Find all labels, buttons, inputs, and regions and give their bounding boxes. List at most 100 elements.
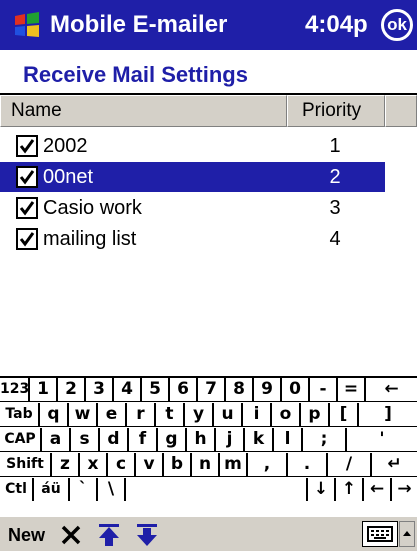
check-icon [19, 139, 35, 154]
key-apostrophe[interactable]: ' [347, 428, 417, 451]
command-bar: New [0, 516, 417, 551]
check-icon [19, 201, 35, 216]
key-backtick[interactable]: ` [70, 478, 98, 501]
key-2[interactable]: 2 [58, 378, 86, 401]
key-r[interactable]: r [127, 403, 156, 426]
key-comma[interactable]: , [248, 453, 288, 476]
key-7[interactable]: 7 [198, 378, 226, 401]
checkbox-mailing-list[interactable] [16, 228, 38, 250]
row-name: mailing list [43, 228, 137, 250]
key-4[interactable]: 4 [114, 378, 142, 401]
key-6[interactable]: 6 [170, 378, 198, 401]
key-semicolon[interactable]: ; [303, 428, 347, 451]
soft-keyboard: 123 1 2 3 4 5 6 7 8 9 0 - = ← Tab q w e … [0, 376, 417, 516]
column-header-name[interactable]: Name [0, 95, 287, 127]
key-arrow-down[interactable]: ↓ [308, 478, 336, 501]
key-3[interactable]: 3 [86, 378, 114, 401]
new-button[interactable]: New [8, 523, 45, 547]
title-bar: Mobile E-mailer 4:04p ok [0, 0, 417, 50]
key-c[interactable]: c [108, 453, 136, 476]
windows-start-icon[interactable] [12, 10, 42, 40]
key-1[interactable]: 1 [30, 378, 58, 401]
list-item[interactable]: Casio work 3 [0, 193, 385, 223]
keyboard-row-space: Ctl áü ` \ ↓ ↑ ← → [0, 478, 417, 502]
list-item[interactable]: 2002 1 [0, 131, 385, 161]
checkbox-casio-work[interactable] [16, 197, 38, 219]
row-priority: 1 [329, 135, 341, 157]
key-backslash[interactable]: \ [98, 478, 126, 501]
row-priority: 3 [329, 197, 341, 219]
check-icon [19, 170, 35, 185]
clock[interactable]: 4:04p [305, 10, 368, 40]
delete-x-icon[interactable] [58, 522, 84, 548]
key-ctrl[interactable]: Ctl [0, 478, 34, 501]
input-panel-button[interactable] [362, 521, 398, 547]
key-o[interactable]: o [272, 403, 301, 426]
row-priority: 2 [329, 166, 341, 188]
key-u[interactable]: u [214, 403, 243, 426]
key-enter[interactable]: ↵ [372, 453, 417, 476]
list-item[interactable]: mailing list 4 [0, 224, 385, 254]
key-b[interactable]: b [164, 453, 192, 476]
column-header-priority[interactable]: Priority [287, 95, 385, 127]
key-accents[interactable]: áü [34, 478, 70, 501]
move-down-icon[interactable] [134, 522, 160, 548]
key-d[interactable]: d [100, 428, 129, 451]
row-name: 00net [43, 166, 94, 188]
input-panel-arrow-button[interactable] [399, 521, 415, 547]
page-title: Receive Mail Settings [23, 62, 248, 87]
key-5[interactable]: 5 [142, 378, 170, 401]
key-w[interactable]: w [69, 403, 98, 426]
row-priority: 4 [329, 228, 341, 250]
key-tab[interactable]: Tab [0, 403, 40, 426]
keyboard-row-home: CAP a s d f g h j k l ; ' [0, 428, 417, 452]
key-shift[interactable]: Shift [0, 453, 52, 476]
check-icon [19, 232, 35, 247]
key-j[interactable]: j [216, 428, 245, 451]
key-a[interactable]: a [42, 428, 71, 451]
key-arrow-up[interactable]: ↑ [336, 478, 364, 501]
key-backspace[interactable]: ← [366, 378, 417, 401]
key-bracket-close[interactable]: ] [359, 403, 417, 426]
key-i[interactable]: i [243, 403, 272, 426]
key-arrow-right[interactable]: → [392, 478, 417, 501]
key-l[interactable]: l [274, 428, 303, 451]
key-t[interactable]: t [156, 403, 185, 426]
key-g[interactable]: g [158, 428, 187, 451]
key-slash[interactable]: / [328, 453, 372, 476]
ok-button[interactable]: ok [381, 9, 413, 41]
key-n[interactable]: n [192, 453, 220, 476]
keyboard-row-qwerty: Tab q w e r t y u i o p [ ] [0, 403, 417, 427]
key-123[interactable]: 123 [0, 378, 30, 401]
key-p[interactable]: p [301, 403, 330, 426]
key-caps[interactable]: CAP [0, 428, 42, 451]
key-q[interactable]: q [40, 403, 69, 426]
move-up-icon[interactable] [96, 522, 122, 548]
key-x[interactable]: x [80, 453, 108, 476]
key-period[interactable]: . [288, 453, 328, 476]
list-item-selected[interactable]: 00net 2 [0, 162, 385, 192]
key-0[interactable]: 0 [282, 378, 310, 401]
key-v[interactable]: v [136, 453, 164, 476]
key-z[interactable]: z [52, 453, 80, 476]
checkbox-00net[interactable] [16, 166, 38, 188]
list-header: Name Priority [0, 95, 417, 127]
key-h[interactable]: h [187, 428, 216, 451]
key-bracket-open[interactable]: [ [330, 403, 359, 426]
key-9[interactable]: 9 [254, 378, 282, 401]
key-f[interactable]: f [129, 428, 158, 451]
keyboard-icon [367, 526, 393, 542]
key-space[interactable] [126, 478, 308, 501]
key-8[interactable]: 8 [226, 378, 254, 401]
key-m[interactable]: m [220, 453, 248, 476]
key-k[interactable]: k [245, 428, 274, 451]
key-s[interactable]: s [71, 428, 100, 451]
checkbox-2002[interactable] [16, 135, 38, 157]
key-y[interactable]: y [185, 403, 214, 426]
keyboard-row-numbers: 123 1 2 3 4 5 6 7 8 9 0 - = ← [0, 378, 417, 402]
key-e[interactable]: e [98, 403, 127, 426]
key-arrow-left[interactable]: ← [364, 478, 392, 501]
key-equals[interactable]: = [338, 378, 366, 401]
row-name: 2002 [43, 135, 88, 157]
key-minus[interactable]: - [310, 378, 338, 401]
